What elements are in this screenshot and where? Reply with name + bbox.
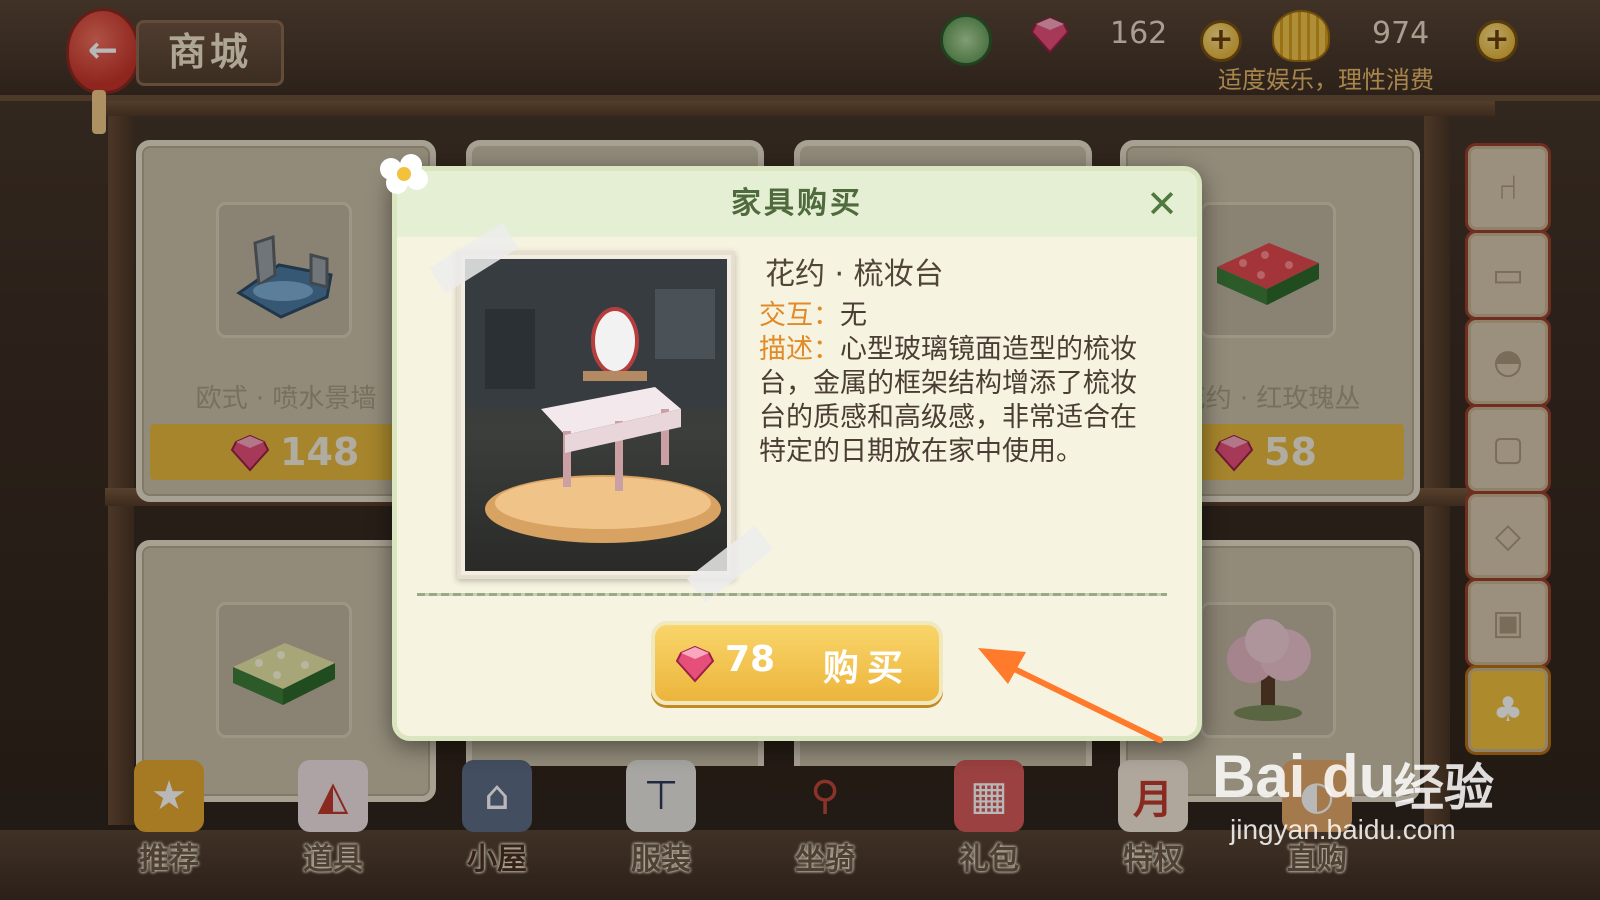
baidu-watermark: Bai du 经验 jingyan.baidu.com — [1212, 742, 1512, 852]
item-preview-image — [457, 251, 735, 579]
description-label: 描述： — [759, 334, 840, 365]
item-name: 花约 · 梳妆台 — [765, 257, 944, 292]
description-row: 描述：心型玻璃镜面造型的梳妆台，金属的框架结构增添了梳妆台的质感和高级感，非常适… — [759, 333, 1149, 469]
dressing-table-render — [465, 259, 727, 571]
flower-decoration-icon — [380, 154, 428, 194]
watermark-url: jingyan.baidu.com — [1230, 814, 1456, 845]
shop-screen: 欧式 · 喷水景墙 148 花约 · 红玫瑰丛 58 ⑁ ▭ ◓ ▢ ◇ ▣ ♣… — [0, 0, 1600, 900]
interaction-row: 交互：无 — [759, 299, 867, 333]
gem-icon — [675, 645, 715, 683]
baidu-logo-icon: Bai du — [1212, 743, 1396, 810]
dialog-title: 家具购买 — [731, 186, 863, 221]
interaction-label: 交互： — [759, 300, 840, 331]
interaction-value: 无 — [840, 300, 867, 331]
watermark-brand: 经验 — [1394, 759, 1494, 817]
divider — [417, 593, 1167, 596]
buy-price: 78 — [725, 639, 776, 680]
close-icon: ✕ — [1146, 182, 1178, 226]
dialog-header: 家具购买 ✕ — [397, 171, 1197, 237]
buy-label: 购买 — [823, 648, 912, 689]
furniture-purchase-dialog: 家具购买 ✕ 花约 · 梳妆台 交互：无 描述：心型玻璃镜面造型的梳妆台，金属的… — [380, 154, 1202, 741]
buy-button[interactable]: 78 购买 — [651, 621, 943, 705]
close-button[interactable]: ✕ — [1143, 185, 1181, 223]
